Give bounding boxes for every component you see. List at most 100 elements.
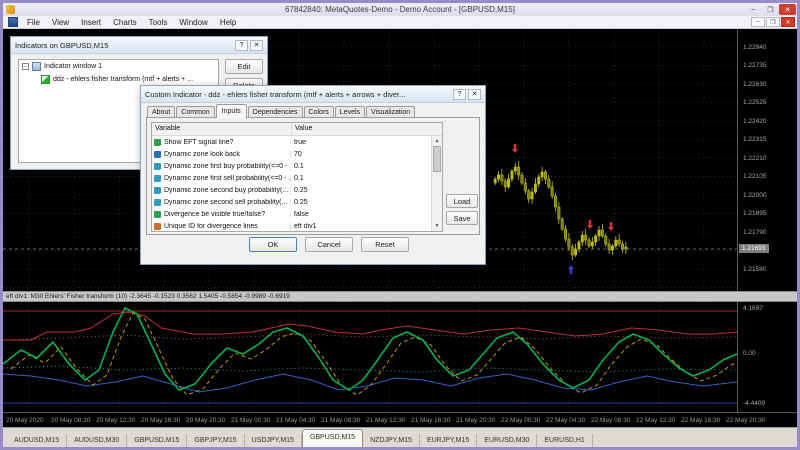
menu-item-tools[interactable]: Tools: [143, 17, 174, 28]
price-tick: 1.22840: [743, 44, 767, 51]
menu-bar: FileViewInsertChartsToolsWindowHelp – ❐ …: [3, 16, 797, 29]
inputs-table-row[interactable]: Unique ID for divergence lineseft div1: [152, 220, 431, 231]
indicator-pane[interactable]: [3, 302, 737, 412]
inputs-table-row[interactable]: Dynamic zone second sell probability(...…: [152, 196, 431, 208]
menu-item-help[interactable]: Help: [214, 17, 242, 28]
price-tick: 1.21790: [743, 229, 767, 236]
menu-item-charts[interactable]: Charts: [107, 17, 143, 28]
title-bar[interactable]: 67842840: MetaQuotes-Demo - Demo Account…: [3, 3, 797, 16]
input-variable-name: Dynamic zone second sell probability(...: [164, 199, 290, 206]
close-icon[interactable]: ✕: [779, 4, 796, 15]
input-value[interactable]: 0.25: [290, 187, 431, 194]
input-value[interactable]: 0.25: [290, 199, 431, 206]
chart-tab-audusd-m30-1[interactable]: AUDUSD,M30: [67, 434, 127, 447]
dialog-close-icon[interactable]: ✕: [250, 40, 263, 51]
input-value[interactable]: 0.1: [290, 163, 431, 170]
input-value[interactable]: 70: [290, 151, 431, 158]
zone-up-line: [3, 312, 737, 340]
time-axis[interactable]: 20 May 202020 May 08:3020 May 12:3020 Ma…: [3, 412, 797, 427]
chart-tab-eurjpy-m15-7[interactable]: EURJPY,M15: [420, 434, 477, 447]
tree-item-indicator-window[interactable]: − Indicator window 1: [19, 60, 218, 73]
ok-button[interactable]: OK: [249, 237, 297, 252]
dialog-close-icon[interactable]: ✕: [468, 89, 481, 100]
eft-line: [3, 308, 737, 390]
window-controls: – ❐ ✕: [745, 4, 797, 15]
time-axis-label: 20 May 2020: [6, 417, 44, 424]
dialog-tab-inputs[interactable]: Inputs: [216, 104, 247, 118]
metatrader-window: 67842840: MetaQuotes-Demo - Demo Account…: [0, 0, 800, 450]
inputs-table-row[interactable]: Show EFT signal line?true: [152, 136, 431, 148]
cancel-button[interactable]: Cancel: [305, 237, 353, 252]
input-variable-name: Dynamic zone look back: [164, 151, 290, 158]
input-value[interactable]: eft div1: [290, 223, 431, 230]
minimize-icon[interactable]: –: [745, 4, 762, 15]
tree-item-label: Indicator window 1: [44, 63, 102, 70]
menu-item-insert[interactable]: Insert: [75, 17, 107, 28]
load-button[interactable]: Load: [446, 194, 478, 208]
indicator-pane-header[interactable]: eft div1: M30 Ehlers' Fisher transform (…: [3, 291, 797, 302]
chart-window-controls: – ❐ ✕: [750, 17, 795, 27]
chart-tab-gbpusd-m15-2[interactable]: GBPUSD,M15: [127, 434, 187, 447]
indicator-svg: [3, 302, 737, 412]
price-tick: 1.22210: [743, 155, 767, 162]
save-button[interactable]: Save: [446, 211, 478, 225]
price-tick: 1.22420: [743, 118, 767, 125]
price-tick: 1.21895: [743, 210, 767, 217]
chart-tab-eurusd-m30-8[interactable]: EURUSD,M30: [477, 434, 537, 447]
input-variable-name: Unique ID for divergence lines: [164, 223, 290, 230]
chart-tab-audusd-m15-0[interactable]: AUDUSD,M15: [7, 434, 67, 447]
inputs-table[interactable]: Variable Value Show EFT signal line?true…: [151, 122, 443, 232]
custom-indicator-dialog-titlebar[interactable]: Custom Indicator - ddz - ehlers fisher t…: [141, 86, 485, 103]
signal-line: [11, 313, 737, 395]
chart-tab-nzdjpy-m15-6[interactable]: NZDJPY,M15: [363, 434, 420, 447]
input-value[interactable]: 0.1: [290, 175, 431, 182]
time-axis-label: 20 May 08:30: [51, 417, 90, 424]
tree-item-label: ddz - ehlers fisher transform (mtf + ale…: [53, 76, 193, 83]
input-variable-name: Divergence be visible true/false?: [164, 211, 290, 218]
edit-button[interactable]: Edit: [225, 59, 263, 74]
input-value[interactable]: false: [290, 211, 431, 218]
inputs-table-row[interactable]: Dynamic zone look back70: [152, 148, 431, 160]
time-axis-label: 21 May 12:30: [366, 417, 405, 424]
menu-item-window[interactable]: Window: [173, 17, 213, 28]
input-variable-name: Dynamic zone first sell probability(<=0 …: [164, 175, 290, 182]
chart-tab-gbpusd-m15-5[interactable]: GBPUSD,M15: [302, 429, 363, 447]
time-axis-label: 21 May 20:30: [456, 417, 495, 424]
menu-item-view[interactable]: View: [46, 17, 75, 28]
price-scale[interactable]: 1.21693 1.228401.227351.226301.225251.22…: [737, 29, 797, 291]
chart-tab-usdjpy-m15-4[interactable]: USDJPY,M15: [245, 434, 302, 447]
chart-tab-eurusd-h1-9[interactable]: EURUSD,H1: [537, 434, 592, 447]
inputs-table-row[interactable]: Dynamic zone second buy probability(...0…: [152, 184, 431, 196]
double-input-icon: [154, 163, 161, 170]
bool-input-icon: [154, 139, 161, 146]
indicators-dialog-titlebar[interactable]: Indicators on GBPUSD,M15 ? ✕: [11, 37, 267, 54]
input-variable-name: Dynamic zone second buy probability(...: [164, 187, 290, 194]
double-input-icon: [154, 187, 161, 194]
indicator-scale-max: 4.1697: [743, 305, 763, 312]
chart-tab-gbpjpy-m15-3[interactable]: GBPJPY,M15: [187, 434, 244, 447]
metatrader-logo-icon: [6, 5, 15, 14]
input-value[interactable]: true: [290, 139, 431, 146]
chart-close-icon[interactable]: ✕: [781, 17, 795, 27]
inputs-table-row[interactable]: Dynamic zone first buy probability(<=0 -…: [152, 160, 431, 172]
restore-icon[interactable]: ❐: [762, 4, 779, 15]
help-icon[interactable]: ?: [235, 40, 248, 51]
input-variable-name: Dynamic zone first buy probability(<=0 -…: [164, 163, 290, 170]
column-header-variable[interactable]: Variable: [152, 123, 292, 135]
scrollbar-thumb[interactable]: [433, 146, 441, 172]
scroll-up-icon[interactable]: ▲: [432, 136, 442, 146]
sell-arrow-icon: [512, 144, 518, 153]
menu-item-file[interactable]: File: [21, 17, 46, 28]
double-input-icon: [154, 175, 161, 182]
inputs-table-row[interactable]: Divergence be visible true/false?false: [152, 208, 431, 220]
reset-button[interactable]: Reset: [361, 237, 409, 252]
help-icon[interactable]: ?: [453, 89, 466, 100]
scroll-down-icon[interactable]: ▼: [432, 221, 442, 231]
tree-collapse-icon[interactable]: −: [22, 63, 29, 70]
table-scrollbar[interactable]: ▲ ▼: [431, 136, 442, 231]
chart-minimize-icon[interactable]: –: [751, 17, 765, 27]
column-header-value[interactable]: Value: [292, 123, 315, 135]
current-price-badge: 1.21693: [739, 244, 769, 253]
inputs-table-row[interactable]: Dynamic zone first sell probability(<=0 …: [152, 172, 431, 184]
chart-restore-icon[interactable]: ❐: [766, 17, 780, 27]
